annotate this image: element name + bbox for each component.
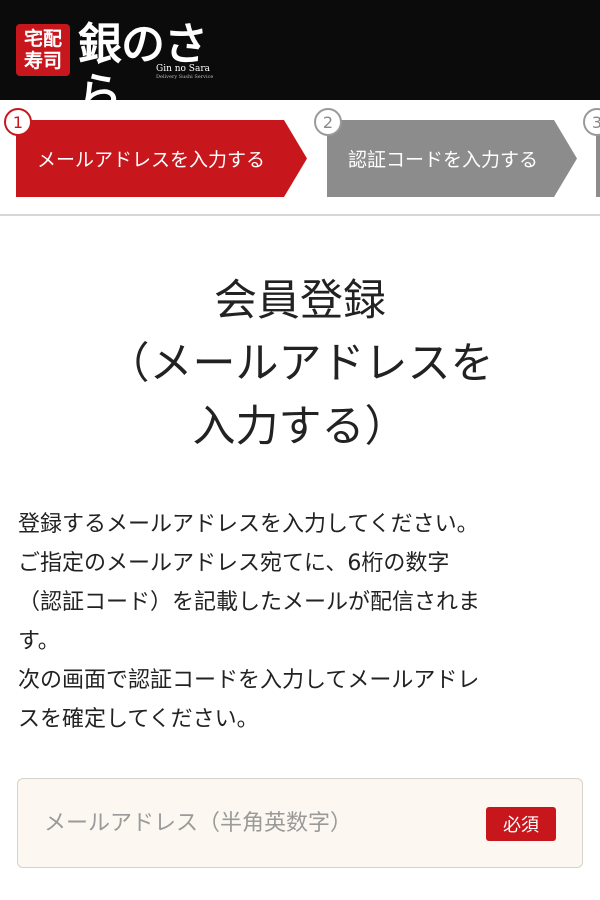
page-title-line3: 入力する） (192, 402, 408, 452)
step-1-label: メールアドレスを入力する (37, 149, 266, 171)
logo-badge-line1: 宅配 (23, 28, 62, 50)
instructions: 登録するメールアドレスを入力してください。 ご指定のメールアドレス宛てに、6桁の… (18, 505, 584, 739)
instructions-line3: （認証コード）を記載したメールが配信されま (18, 590, 481, 615)
page-title-line2: （メールアドレスを (106, 339, 494, 389)
instructions-line6: スを確定してください。 (18, 707, 259, 732)
step-3-number: 3 (583, 108, 600, 136)
logo-sub: Delivery Sushi Service (156, 74, 214, 80)
logo-wordmark: 銀のさら Gin no Sara Delivery Sushi Service (78, 18, 248, 120)
instructions-line5: 次の画面で認証コードを入力してメールアドレ (18, 668, 480, 693)
logo-badge: 宅配 寿司 (16, 24, 70, 76)
logo-en: Gin no Sara (156, 64, 210, 74)
page-title: 会員登録 （メールアドレスを 入力する） (0, 270, 600, 459)
site-logo[interactable]: 宅配 寿司 銀のさら Gin no Sara Delivery Sushi Se… (16, 18, 248, 120)
step-1: メールアドレスを入力する (16, 120, 307, 197)
step-2-number: 2 (314, 108, 342, 136)
instructions-line4: す。 (18, 629, 60, 654)
page-title-line1: 会員登録 (214, 276, 386, 326)
site-header: 宅配 寿司 銀のさら Gin no Sara Delivery Sushi Se… (0, 0, 600, 120)
logo-badge-line2: 寿司 (23, 50, 62, 72)
required-badge: 必須 (486, 807, 556, 841)
registration-steps: メールアドレスを入力する 1 認証コードを入力する 2 3 (0, 100, 600, 216)
instructions-line1: 登録するメールアドレスを入力してください。 (18, 512, 479, 537)
step-2: 認証コードを入力する (327, 120, 577, 197)
email-field-container: 必須 (17, 778, 583, 868)
instructions-line2: ご指定のメールアドレス宛てに、6桁の数字 (18, 551, 450, 576)
step-1-number: 1 (4, 108, 32, 136)
step-2-label: 認証コードを入力する (348, 149, 539, 171)
